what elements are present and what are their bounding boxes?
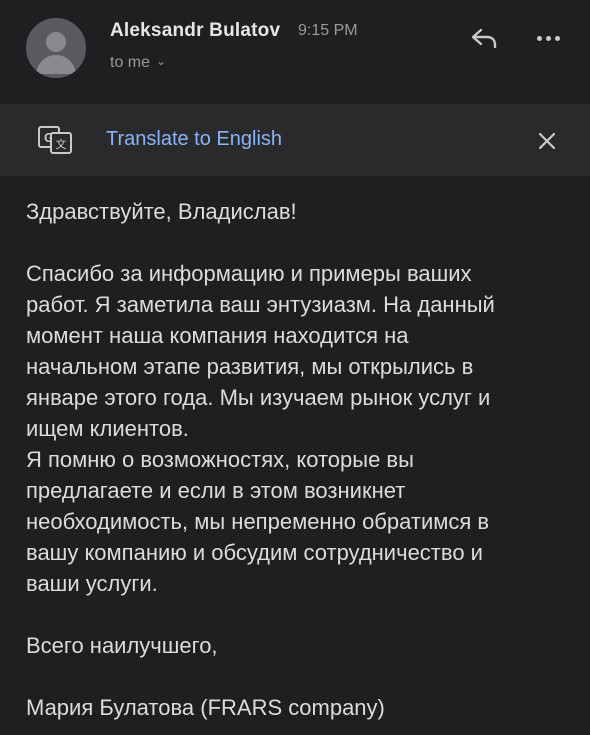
sender-name[interactable]: Aleksandr Bulatov [110, 20, 280, 42]
message-paragraph: Спасибо за информацию и примеры ваших ра… [26, 258, 574, 599]
recipient-label: to me [110, 54, 151, 71]
greeting: Здравствуйте, Владислав! [26, 199, 297, 224]
more-dot [545, 35, 551, 41]
email-view: Aleksandr Bulatov 9:15 PM to me ⌄ G 文 Tra… [0, 0, 590, 735]
avatar[interactable] [26, 18, 86, 78]
email-header: Aleksandr Bulatov 9:15 PM to me ⌄ [0, 0, 590, 104]
signature: Мария Булатова (FRARS company) [26, 695, 385, 720]
google-translate-icon: G 文 [38, 126, 72, 154]
body-line: Спасибо за информацию и примеры ваших [26, 261, 472, 286]
body-line: момент наша компания находится на [26, 323, 409, 348]
body-line: необходимость, мы непременно обратимся в [26, 509, 490, 534]
body-line: ваши услуги. [26, 571, 158, 596]
svg-text:文: 文 [56, 137, 67, 151]
close-translate-button[interactable] [532, 126, 562, 156]
recipient-toggle[interactable]: to me ⌄ [110, 54, 166, 72]
message-body: Здравствуйте, Владислав! Спасибо за инфо… [26, 196, 574, 735]
body-line: январе этого года. Мы изучаем рынок услу… [26, 385, 491, 410]
default-avatar-icon [26, 18, 86, 78]
reply-icon [471, 28, 497, 49]
translate-link[interactable]: Translate to English [106, 128, 282, 151]
more-dot [554, 35, 560, 41]
body-line: работ. Я заметила ваш энтузиазм. На данн… [26, 292, 495, 317]
closing: Всего наилучшего, [26, 633, 218, 658]
body-line: Я помню о возможностях, которые вы [26, 447, 414, 472]
timestamp: 9:15 PM [298, 22, 358, 39]
body-line: начальном этапе развития, мы открылись в [26, 354, 474, 379]
body-line: ищем клиентов. [26, 416, 189, 441]
chevron-down-icon: ⌄ [156, 54, 167, 68]
body-line: предлагаете и если в этом возникнет [26, 478, 406, 503]
close-icon [538, 132, 556, 150]
body-line: вашу компанию и обсудим сотрудничество и [26, 540, 483, 565]
more-dots-icon [536, 35, 542, 41]
more-options-button[interactable] [528, 22, 568, 54]
translate-bar: G 文 Translate to English [0, 104, 590, 176]
reply-button[interactable] [464, 22, 504, 54]
